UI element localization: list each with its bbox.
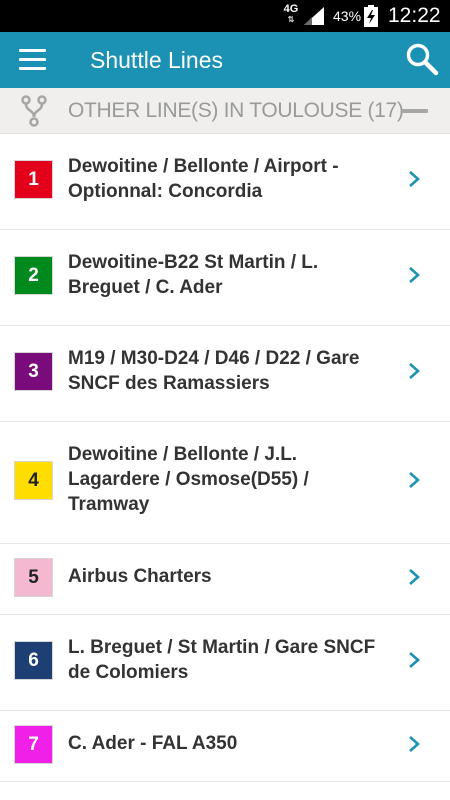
- chevron-right-icon: [409, 471, 420, 488]
- line-item-5[interactable]: Airbus Charters 5: [0, 544, 450, 615]
- line-number-badge: 1: [14, 160, 53, 199]
- chevron-right-icon: [409, 267, 420, 283]
- line-item-3[interactable]: M19 / M30-D24 / D46 / D22 / Gare SNCF de…: [0, 326, 450, 422]
- line-item-6[interactable]: L. Breguet / St Martin / Gare SNCF de Co…: [0, 615, 450, 711]
- section-title: OTHER LINE(S) IN TOULOUSE (17): [68, 99, 404, 122]
- network-indicator: 4G ⇅: [280, 3, 302, 29]
- battery-charging-icon: [364, 5, 378, 27]
- line-number-badge: 6: [14, 641, 53, 680]
- fork-route-icon: [21, 95, 47, 127]
- line-name: L. Breguet / St Martin / Gare SNCF de Co…: [68, 637, 376, 683]
- network-type-label: 4G: [283, 3, 299, 15]
- section-header[interactable]: OTHER LINE(S) IN TOULOUSE (17): [0, 88, 450, 134]
- line-name: Dewoitine-B22 St Martin / L. Breguet / C…: [68, 252, 319, 298]
- battery-percent: 43%: [333, 8, 362, 24]
- chevron-right-icon: [409, 652, 420, 668]
- search-icon[interactable]: [405, 42, 439, 76]
- line-number-badge: 4: [14, 460, 53, 500]
- clock: 12:22: [388, 4, 441, 27]
- line-item-7[interactable]: C. Ader - FAL A350 7: [0, 711, 450, 782]
- chevron-right-icon: [409, 363, 420, 379]
- data-arrows-icon: ⇅: [287, 15, 295, 24]
- chevron-right-icon: [409, 735, 420, 752]
- page-title: Shuttle Lines: [90, 47, 223, 73]
- line-name: Airbus Charters: [68, 566, 212, 587]
- signal-icon: [304, 7, 324, 25]
- line-item-4[interactable]: Dewoitine / Bellonte / J.L. Lagardere / …: [0, 422, 450, 544]
- line-number-badge: 5: [14, 557, 53, 597]
- app-bar: Shuttle Lines: [0, 32, 450, 88]
- chevron-right-icon: [409, 171, 420, 187]
- line-name: Dewoitine / Bellonte / J.L. Lagardere / …: [68, 444, 309, 515]
- menu-icon[interactable]: [19, 49, 46, 71]
- collapse-icon[interactable]: [402, 109, 428, 113]
- line-number-badge: 7: [14, 724, 53, 764]
- line-name: C. Ader - FAL A350: [68, 733, 238, 754]
- chevron-right-icon: [409, 568, 420, 585]
- line-name: M19 / M30-D24 / D46 / D22 / Gare SNCF de…: [68, 348, 360, 394]
- line-item-2[interactable]: Dewoitine-B22 St Martin / L. Breguet / C…: [0, 230, 450, 326]
- line-name: Dewoitine / Bellonte / Airport - Optionn…: [68, 156, 339, 202]
- line-number-badge: 2: [14, 256, 53, 295]
- line-number-badge: 3: [14, 352, 53, 391]
- line-item-1[interactable]: Dewoitine / Bellonte / Airport - Optionn…: [0, 134, 450, 230]
- status-bar: 4G ⇅ 43% 12:22: [0, 0, 450, 32]
